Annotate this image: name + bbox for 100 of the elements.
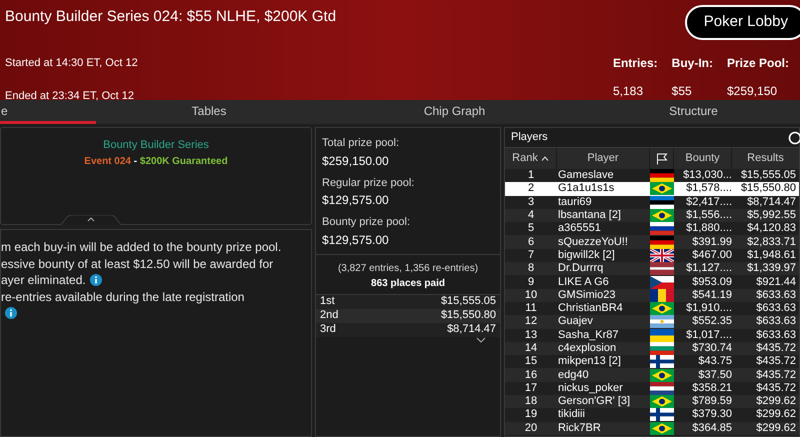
results-cell-text: $5,992.55 [746, 209, 797, 222]
start-time: Started at 14:30 ET, Oct 12 [5, 56, 139, 71]
payout-amount: $15,550.80 [440, 308, 496, 324]
results-cell-text: $633.63 [755, 302, 797, 316]
player-row[interactable]: 18 Gerson'GR' [3] $789.59 $299.62 [505, 395, 799, 408]
payout-place: 2nd [320, 308, 338, 324]
player-cell-text: tikidiii [557, 408, 586, 422]
player-row[interactable]: 9 LIKE A G6 $953.09 $921.44 [505, 275, 799, 289]
stat-value: $259,150 [726, 83, 778, 100]
bounty-cell-text: $37.50 [697, 368, 732, 382]
player-cell-text: mikpen13 [2] [557, 355, 622, 368]
column-header[interactable]: Results [732, 148, 799, 169]
bounty-cell-text: $358.21 [691, 382, 732, 395]
player-row[interactable]: 8 Dr.Durrrq $1,127.... $1,339.97 [505, 262, 799, 276]
rank-cell-text: 9 [526, 276, 536, 289]
rank-cell-text: 20 [524, 422, 538, 435]
player-row[interactable]: 15 mikpen13 [2] $43.75 $435.72 [505, 355, 799, 368]
rank-cell-text: 5 [526, 222, 536, 236]
expand-icon[interactable] [476, 336, 486, 342]
player-cell-text: bigwill2k [2] [557, 248, 616, 262]
player-cell-text: c4explosion [557, 342, 618, 355]
player-row[interactable]: 16 edg40 $37.50 $435.72 [505, 368, 799, 382]
entries-note: (3,827 entries, 1,356 re-entries) [338, 262, 478, 276]
results-cell-text: $8,714.47 [746, 196, 797, 209]
player-cell-text: tauri69 [557, 196, 593, 209]
stat-value: $55 [672, 83, 693, 100]
bounty-cell-text: $1,556.... [685, 209, 732, 222]
rank-cell-text: 19 [524, 408, 538, 422]
bounty-cell-text: $730.74 [691, 342, 732, 355]
search-icon[interactable] [788, 130, 800, 144]
rank-cell-text: 3 [526, 196, 536, 209]
player-cell-text: lbsantana [2] [557, 209, 622, 222]
rank-cell-text: 12 [524, 315, 538, 328]
payout-place: 3rd [320, 322, 336, 338]
results-cell-text: $921.44 [755, 276, 797, 289]
poker-lobby-button[interactable]: Poker Lobby [684, 5, 800, 40]
results-cell-text: $15,555.05 [740, 169, 797, 182]
stat-label: Buy-In: [672, 55, 713, 72]
player-row[interactable]: 17 nickus_poker $358.21 $435.72 [505, 382, 799, 396]
player-cell-text: Gameslave [557, 169, 615, 182]
player-cell-text: a365551 [557, 222, 602, 236]
rank-cell-text: 14 [524, 342, 538, 355]
tab[interactable]: Chip Graph [322, 100, 587, 124]
prize-pool-label: Regular prize pool: [322, 176, 416, 190]
results-cell-text: $633.63 [755, 288, 797, 302]
player-row[interactable]: 13 Sasha_Kr87 $1,017.... $633.63 [505, 328, 799, 342]
player-cell-text: nickus_poker [557, 382, 624, 395]
info-icon[interactable] [5, 307, 17, 320]
bounty-cell-text: $467.00 [691, 248, 732, 262]
rank-cell-text: 11 [524, 302, 538, 316]
prize-pool-label: Total prize pool: [322, 136, 400, 151]
rank-cell-text: 2 [526, 182, 536, 196]
player-cell-text: edg40 [557, 368, 590, 382]
bounty-cell-text: $391.99 [691, 236, 732, 249]
player-row[interactable]: 5 a365551 $1,880.... $4,120.83 [505, 222, 799, 236]
bounty-cell-text: $379.30 [691, 408, 732, 422]
results-cell-text: $435.72 [755, 355, 797, 368]
player-row[interactable]: 7 bigwill2k [2] $467.00 $1,948.61 [505, 248, 799, 262]
bounty-cell-text: $2,417.... [685, 196, 732, 209]
rank-cell-text: 17 [524, 382, 538, 395]
results-cell-text: $1,948.61 [746, 248, 797, 262]
player-row[interactable]: 4 lbsantana [2] $1,556.... $5,992.55 [505, 208, 799, 222]
player-row[interactable]: 6 sQuezzeYoU!! $391.99 $2,833.71 [505, 235, 799, 249]
results-cell-text: $299.62 [755, 422, 797, 435]
tab[interactable]: Structure [587, 100, 800, 124]
player-row[interactable]: 12 Guajev $552.35 $633.63 [505, 315, 799, 329]
stat-label: Prize Pool: [726, 55, 789, 72]
series-name: Bounty Builder Series [103, 138, 209, 153]
player-cell-text: Gerson'GR' [3] [557, 395, 632, 408]
rank-cell-text: 16 [524, 368, 538, 382]
player-row[interactable]: 20 Rick7BR $364.85 $299.62 [505, 422, 799, 435]
player-row[interactable]: 19 tikidiii $379.30 $299.62 [505, 408, 799, 422]
prize-pool-value: $129,575.00 [322, 192, 390, 209]
payout-amount: $8,714.47 [447, 322, 496, 338]
player-cell-text: Guajev [557, 315, 594, 328]
results-cell-text: $299.62 [755, 408, 797, 422]
results-cell-text: $15,550.80 [740, 182, 797, 196]
rank-cell-text: 15 [524, 355, 538, 368]
results-cell-text: $435.72 [755, 368, 797, 382]
sort-icon [540, 156, 549, 161]
player-cell-text: sQuezzeYoU!! [557, 236, 629, 249]
bounty-cell-text: $1,578.... [685, 182, 732, 196]
flag-column-icon[interactable] [656, 152, 668, 164]
player-cell-text: G1a1u1s1s [557, 182, 616, 196]
bounty-cell-text: $1,017.... [685, 328, 732, 342]
bounty-cell-text: $789.59 [691, 395, 732, 408]
tab[interactable]: e [0, 100, 96, 124]
info-icon[interactable] [90, 274, 102, 286]
player-row[interactable]: 10 GMSimio23 $541.19 $633.63 [505, 288, 799, 302]
bounty-cell-text: $953.09 [691, 276, 732, 289]
player-row[interactable]: 2 G1a1u1s1s $1,578.... $15,550.80 [505, 182, 799, 196]
player-row[interactable]: 14 c4explosion $730.74 $435.72 [505, 342, 799, 356]
player-row[interactable]: 1 Gameslave $13,030... $15,555.05 [505, 169, 799, 182]
rank-cell-text: 18 [524, 395, 538, 408]
rank-cell-text: 1 [526, 169, 536, 182]
player-row[interactable]: 3 tauri69 $2,417.... $8,714.47 [505, 196, 799, 209]
player-row[interactable]: 11 ChristianBR4 $1,910.... $633.63 [505, 302, 799, 316]
results-cell-text: $435.72 [755, 342, 797, 355]
player-cell-text: ChristianBR4 [557, 302, 624, 316]
payout-amount: $15,555.05 [440, 294, 496, 310]
